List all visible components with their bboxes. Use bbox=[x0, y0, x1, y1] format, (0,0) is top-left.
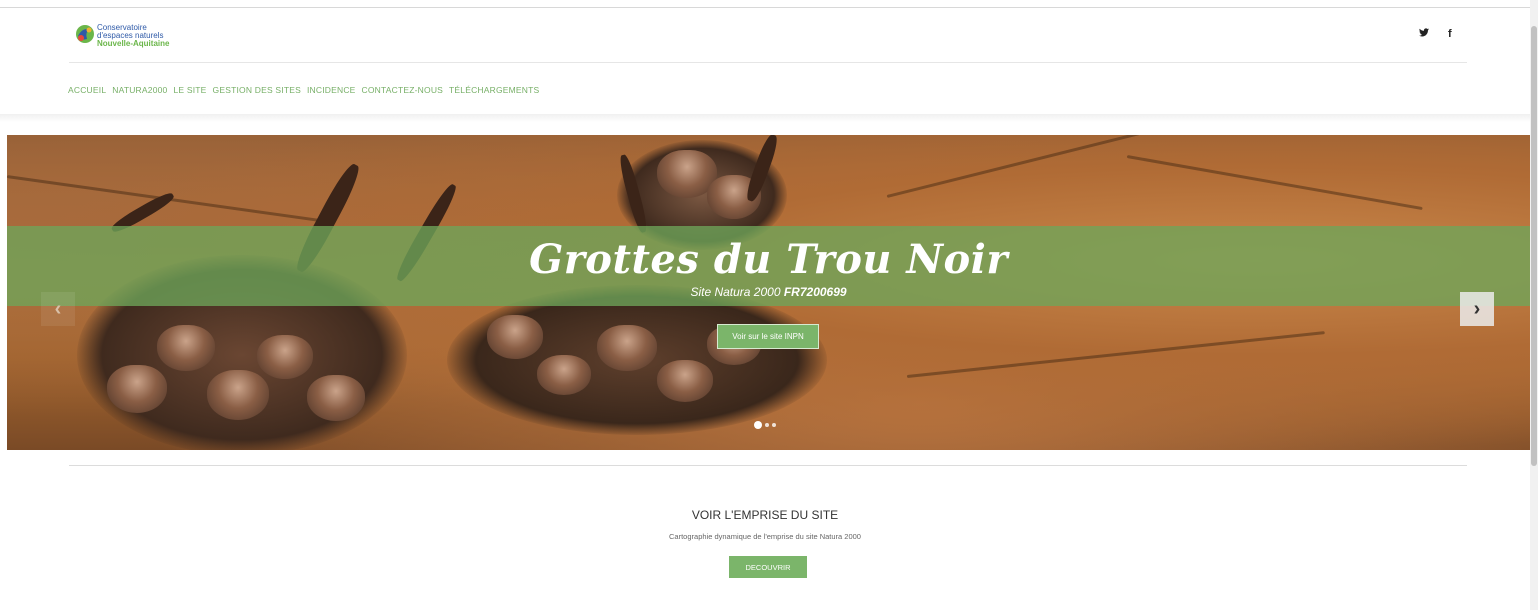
bat bbox=[487, 315, 543, 359]
section-title: VOIR L'EMPRISE DU SITE bbox=[691, 508, 839, 522]
slider-dot-1[interactable] bbox=[754, 421, 762, 429]
section-divider bbox=[69, 465, 1467, 466]
bat bbox=[207, 370, 269, 420]
bat bbox=[597, 325, 657, 371]
bat bbox=[537, 355, 591, 395]
bat bbox=[257, 335, 313, 379]
hero-slider[interactable]: Grottes du Trou Noir Site Natura 2000 FR… bbox=[7, 135, 1530, 450]
inpn-button[interactable]: Voir sur le site INPN bbox=[717, 324, 819, 349]
scrollbar-thumb[interactable] bbox=[1531, 26, 1537, 466]
twitter-icon[interactable] bbox=[1419, 28, 1429, 40]
section-description: Cartographie dynamique de l'emprise du s… bbox=[669, 532, 861, 541]
slider-dot-2[interactable] bbox=[765, 423, 769, 427]
logo-mark-icon bbox=[76, 25, 94, 43]
nav-item-gestion-des-sites[interactable]: GESTION DES SITES bbox=[213, 85, 301, 95]
hero-title: Grottes du Trou Noir bbox=[529, 236, 1008, 283]
logo-text: Conservatoire d'espaces naturels Nouvell… bbox=[97, 24, 169, 48]
bat bbox=[657, 360, 713, 402]
hero-subtitle-prefix: Site Natura 2000 bbox=[690, 285, 784, 299]
main-nav: ACCUEIL NATURA2000 LE SITE GESTION DES S… bbox=[68, 85, 539, 95]
chevron-left-icon: ‹ bbox=[54, 297, 62, 320]
nav-item-telechargements[interactable]: TÉLÉCHARGEMENTS bbox=[449, 85, 539, 95]
nav-item-natura2000[interactable]: NATURA2000 bbox=[112, 85, 167, 95]
nav-item-incidence[interactable]: INCIDENCE bbox=[307, 85, 356, 95]
page-scrollbar[interactable] bbox=[1530, 0, 1538, 610]
logo-line-3: Nouvelle-Aquitaine bbox=[97, 39, 170, 48]
slider-prev-button[interactable]: ‹ bbox=[41, 292, 75, 326]
nav-shadow bbox=[0, 114, 1530, 122]
rock-vein bbox=[1126, 155, 1423, 211]
site-logo[interactable]: Conservatoire d'espaces naturels Nouvell… bbox=[75, 22, 195, 56]
nav-item-accueil[interactable]: ACCUEIL bbox=[68, 85, 106, 95]
bat bbox=[107, 365, 167, 413]
top-border bbox=[0, 7, 1530, 8]
bat bbox=[157, 325, 215, 371]
hero-site-code: FR7200699 bbox=[783, 285, 847, 299]
bat bbox=[307, 375, 365, 421]
slider-next-button[interactable]: › bbox=[1460, 292, 1494, 326]
rock-vein bbox=[906, 331, 1325, 378]
hero-subtitle: Site Natura 2000 FR7200699 bbox=[7, 285, 1530, 299]
facebook-icon[interactable]: f bbox=[1448, 28, 1452, 40]
rock-vein bbox=[886, 135, 1140, 198]
nav-item-le-site[interactable]: LE SITE bbox=[173, 85, 206, 95]
slider-dots bbox=[754, 421, 776, 429]
header-divider bbox=[69, 62, 1467, 63]
slider-dot-3[interactable] bbox=[772, 423, 776, 427]
chevron-right-icon: › bbox=[1473, 297, 1481, 320]
nav-item-contactez-nous[interactable]: CONTACTEZ-NOUS bbox=[362, 85, 444, 95]
decouvrir-button[interactable]: DECOUVRIR bbox=[729, 556, 807, 578]
